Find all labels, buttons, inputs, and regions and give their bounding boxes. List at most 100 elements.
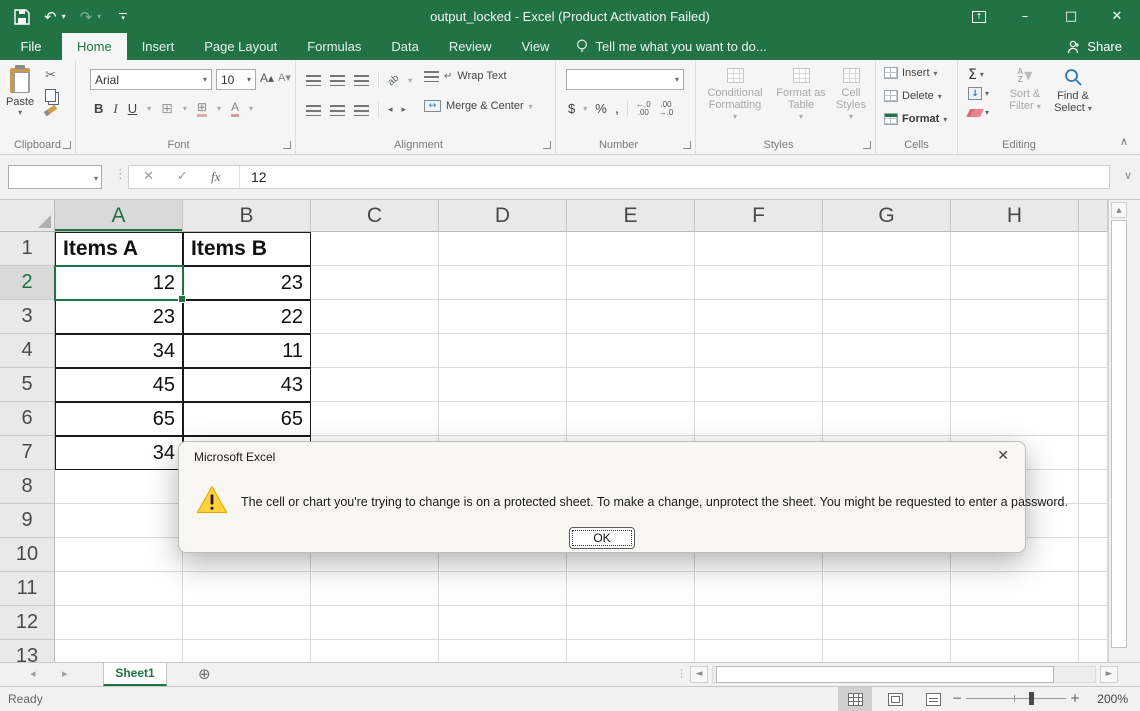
cell-G13[interactable] xyxy=(823,640,951,662)
cell-B4[interactable]: 11 xyxy=(183,334,311,368)
maximize-button[interactable]: □ xyxy=(1048,0,1094,33)
clipboard-dialog-launcher[interactable] xyxy=(63,141,71,149)
cell-H13[interactable] xyxy=(951,640,1079,662)
expand-formula-bar-button[interactable]: ∨ xyxy=(1124,169,1132,182)
sort-filter-button[interactable]: AZ ▼ Sort & Filter ▾ xyxy=(1002,68,1048,113)
paste-button[interactable]: Paste ▾ xyxy=(6,68,34,117)
format-cells-button[interactable]: Format ▾ xyxy=(884,113,947,125)
orientation-dropdown[interactable]: ▾ xyxy=(408,76,412,85)
zoom-level[interactable]: 200% xyxy=(1097,692,1128,706)
previous-sheet-button[interactable]: ◂ xyxy=(30,667,36,680)
row-header-2[interactable]: 2 xyxy=(0,266,55,300)
tab-review[interactable]: Review xyxy=(434,33,507,60)
tab-view[interactable]: View xyxy=(507,33,565,60)
cell-F13[interactable] xyxy=(695,640,823,662)
merge-center-button[interactable]: ↔ Merge & Center ▾ xyxy=(424,100,533,112)
decrease-indent-button[interactable]: ◂ xyxy=(388,105,393,115)
increase-indent-button[interactable]: ▸ xyxy=(402,105,407,115)
col-header-H[interactable]: H xyxy=(951,200,1079,232)
cell-H2[interactable] xyxy=(951,266,1079,300)
minimize-button[interactable]: – xyxy=(1002,0,1048,33)
col-header-D[interactable]: D xyxy=(439,200,567,232)
cell-A4[interactable]: 34 xyxy=(55,334,183,368)
cell-G4[interactable] xyxy=(823,334,951,368)
font-name-combo[interactable]: Arial ▾ xyxy=(90,69,212,90)
cell-G11[interactable] xyxy=(823,572,951,606)
new-sheet-button[interactable]: ⊕ xyxy=(198,665,211,683)
cell-G1[interactable] xyxy=(823,232,951,266)
cell-B11[interactable] xyxy=(183,572,311,606)
orientation-button[interactable]: ab xyxy=(386,72,402,88)
cell-E6[interactable] xyxy=(567,402,695,436)
col-header-A[interactable]: A xyxy=(55,200,183,232)
cell-F4[interactable] xyxy=(695,334,823,368)
fill-color-button[interactable]: ⊞ xyxy=(197,100,207,117)
zoom-slider-thumb[interactable] xyxy=(1029,692,1034,705)
underline-button[interactable]: U xyxy=(128,101,137,116)
zoom-slider-track[interactable] xyxy=(966,698,1066,699)
insert-cells-button[interactable]: Insert ▾ xyxy=(884,67,938,79)
align-right-button[interactable] xyxy=(354,105,369,116)
row-header-12[interactable]: 12 xyxy=(0,606,55,640)
row-header-7[interactable]: 7 xyxy=(0,436,55,470)
cell-B2[interactable]: 23 xyxy=(183,266,311,300)
fill-color-dropdown[interactable]: ▾ xyxy=(217,104,221,113)
autosum-button[interactable]: Σ ▾ xyxy=(968,65,989,84)
cell-B5[interactable]: 43 xyxy=(183,368,311,402)
cell-C13[interactable] xyxy=(311,640,439,662)
decrease-decimal-button[interactable]: .00→.0 xyxy=(659,101,674,117)
font-size-combo[interactable]: 10 ▾ xyxy=(216,69,256,90)
cell-D13[interactable] xyxy=(439,640,567,662)
scroll-right-button[interactable]: ► xyxy=(1100,666,1118,683)
formula-field[interactable]: ✕ ✓ fx 12 xyxy=(128,165,1110,189)
cell-G5[interactable] xyxy=(823,368,951,402)
vertical-scroll-thumb[interactable] xyxy=(1111,220,1127,648)
tab-insert[interactable]: Insert xyxy=(127,33,190,60)
cell-A7[interactable]: 34 xyxy=(55,436,183,470)
zoom-in-button[interactable]: + xyxy=(1070,691,1080,705)
cell-A8[interactable] xyxy=(55,470,183,504)
find-select-button[interactable]: Find & Select ▾ xyxy=(1050,68,1096,115)
page-layout-view-button[interactable] xyxy=(878,687,912,711)
font-color-dropdown[interactable]: ▾ xyxy=(249,104,253,113)
tab-file[interactable]: File xyxy=(0,33,62,60)
cell-H3[interactable] xyxy=(951,300,1079,334)
tab-home[interactable]: Home xyxy=(62,33,127,60)
cell-E4[interactable] xyxy=(567,334,695,368)
dialog-ok-button[interactable]: OK xyxy=(569,527,635,549)
scroll-left-button[interactable]: ◄ xyxy=(690,666,708,683)
font-dialog-launcher[interactable] xyxy=(283,141,291,149)
increase-decimal-button[interactable]: ←.0.00 xyxy=(636,101,651,117)
paste-dropdown[interactable]: ▾ xyxy=(6,108,34,117)
cell-F12[interactable] xyxy=(695,606,823,640)
accounting-format-button[interactable]: $ xyxy=(568,101,575,116)
cell-A9[interactable] xyxy=(55,504,183,538)
col-header-B[interactable]: B xyxy=(183,200,311,232)
cell-H12[interactable] xyxy=(951,606,1079,640)
bold-button[interactable]: B xyxy=(94,101,103,116)
cell-D6[interactable] xyxy=(439,402,567,436)
copy-button[interactable] xyxy=(45,89,56,102)
name-box-dropdown[interactable]: ▾ xyxy=(94,174,98,183)
tab-formulas[interactable]: Formulas xyxy=(292,33,376,60)
col-header-G[interactable]: G xyxy=(823,200,951,232)
italic-button[interactable]: I xyxy=(113,101,117,117)
cell-B1[interactable]: Items B xyxy=(183,232,311,266)
cell-D5[interactable] xyxy=(439,368,567,402)
align-middle-button[interactable] xyxy=(330,75,345,86)
normal-view-button[interactable] xyxy=(838,687,872,711)
align-left-button[interactable] xyxy=(306,105,321,116)
next-sheet-button[interactable]: ▸ xyxy=(62,667,68,680)
cell-E5[interactable] xyxy=(567,368,695,402)
underline-dropdown[interactable]: ▾ xyxy=(147,104,151,113)
cell-A5[interactable]: 45 xyxy=(55,368,183,402)
row-header-9[interactable]: 9 xyxy=(0,504,55,538)
cell-D12[interactable] xyxy=(439,606,567,640)
col-header-E[interactable]: E xyxy=(567,200,695,232)
number-format-combo[interactable]: ▾ xyxy=(566,69,684,90)
styles-dialog-launcher[interactable] xyxy=(863,141,871,149)
tab-data[interactable]: Data xyxy=(376,33,433,60)
cell-D11[interactable] xyxy=(439,572,567,606)
collapse-ribbon-button[interactable]: ∧ xyxy=(1120,135,1128,148)
cell-E12[interactable] xyxy=(567,606,695,640)
